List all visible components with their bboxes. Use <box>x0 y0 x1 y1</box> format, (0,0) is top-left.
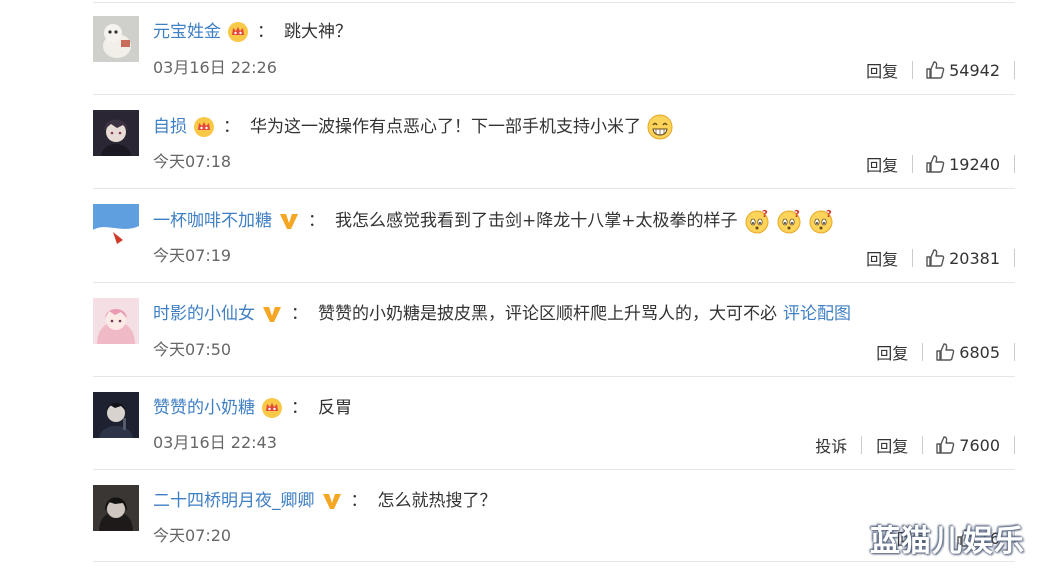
comment-text: 我怎么感觉我看到了击剑+降龙十八掌+太极拳的样子 <box>335 211 738 231</box>
comment-time: 03月16日 22:26 <box>153 58 277 77</box>
top-divider <box>93 2 1015 3</box>
like-count: 6805 <box>959 342 1000 362</box>
svg-text:?: ? <box>762 209 768 220</box>
divider <box>1014 343 1015 361</box>
comment-time: 今天07:20 <box>153 526 232 545</box>
thumbs-up-icon <box>936 343 955 361</box>
like-button[interactable]: 6805 <box>923 342 1000 362</box>
username-link[interactable]: 时影的小仙女 <box>153 302 255 326</box>
colon-separator: ： <box>308 211 325 231</box>
comment-text: 华为这一波操作有点恶心了！下一部手机支持小米了 <box>250 117 641 137</box>
comment-actions: 投诉 回复 7600 <box>801 433 1015 457</box>
avatar[interactable] <box>93 204 139 250</box>
comment-line: 一杯咖啡不加糖 ： 我怎么感觉我看到了击剑+降龙十八掌+太极拳的样子 ? ? ? <box>153 208 834 234</box>
reply-button[interactable]: 回复 <box>852 58 912 82</box>
v-verified-icon[interactable] <box>321 490 343 512</box>
comment-divider <box>93 561 1015 562</box>
crown-icon[interactable] <box>193 116 215 138</box>
v-verified-icon[interactable] <box>261 303 283 325</box>
like-button[interactable]: 7600 <box>923 435 1000 455</box>
like-count: 54942 <box>949 60 1000 80</box>
avatar[interactable] <box>93 392 139 438</box>
comment-text: 怎么就热搜了？ <box>377 491 497 511</box>
reply-button[interactable]: 回复 <box>862 340 922 364</box>
comment-divider <box>93 188 1015 189</box>
colon-separator: ： <box>291 304 308 324</box>
like-count: 20381 <box>949 248 1000 268</box>
comment-actions: 回复 19240 <box>852 152 1015 176</box>
question-face-emoji-icon: ? <box>776 208 802 234</box>
comment-divider <box>93 376 1015 377</box>
divider <box>1014 436 1015 454</box>
thumbs-up-icon <box>936 436 955 454</box>
comment-line: 二十四桥明月夜_卿卿 ： 怎么就热搜了？ <box>153 489 497 513</box>
avatar[interactable] <box>93 298 139 344</box>
colon-separator: ： <box>350 491 368 511</box>
comment-line: 赞赞的小奶糖 ： 反胃 <box>153 396 352 420</box>
username-link[interactable]: 二十四桥明月夜_卿卿 <box>153 489 315 513</box>
comment-time: 今天07:18 <box>153 152 232 171</box>
comment-actions: 回复 20381 <box>852 246 1015 270</box>
watermark: 蓝猫儿娱乐 <box>870 524 1025 559</box>
divider <box>1014 155 1015 173</box>
colon-separator: ： <box>223 117 240 137</box>
username-link[interactable]: 自损 <box>153 115 187 139</box>
reply-button[interactable]: 回复 <box>852 152 912 176</box>
avatar[interactable] <box>93 110 139 156</box>
colon-separator: ： <box>257 22 274 42</box>
grin-emoji-icon <box>647 114 673 140</box>
comment-divider <box>93 469 1015 470</box>
divider <box>1014 249 1015 267</box>
comment-text: 反胃 <box>318 398 352 418</box>
comment-line: 自损 ： 华为这一波操作有点恶心了！下一部手机支持小米了 <box>153 114 673 140</box>
username-link[interactable]: 赞赞的小奶糖 <box>153 396 255 420</box>
question-face-emoji-icon: ? <box>744 208 770 234</box>
comment-line: 元宝姓金 ： 跳大神？ <box>153 20 352 44</box>
comment-text: 赞赞的小奶糖是披皮黑，评论区顺杆爬上升骂人的，大可不必 <box>318 304 777 324</box>
comment-time: 03月16日 22:43 <box>153 433 277 452</box>
crown-icon[interactable] <box>261 397 283 419</box>
comment-actions: 回复 54942 <box>852 58 1015 82</box>
reply-button[interactable]: 回复 <box>852 246 912 270</box>
comment-time: 今天07:50 <box>153 340 232 359</box>
comment-time: 今天07:19 <box>153 246 232 265</box>
thumbs-up-icon <box>926 155 945 173</box>
comment-divider <box>93 282 1015 283</box>
v-verified-icon[interactable] <box>278 210 300 232</box>
comment-divider <box>93 94 1015 95</box>
reply-button[interactable]: 回复 <box>862 433 922 457</box>
comment-actions: 回复 6805 <box>862 340 1015 364</box>
thumbs-up-icon <box>926 61 945 79</box>
comment-image-link[interactable]: 评论配图 <box>783 302 851 326</box>
thumbs-up-icon <box>926 249 945 267</box>
colon-separator: ： <box>291 398 308 418</box>
report-button[interactable]: 投诉 <box>801 433 861 457</box>
username-link[interactable]: 元宝姓金 <box>153 20 221 44</box>
username-link[interactable]: 一杯咖啡不加糖 <box>153 209 272 233</box>
like-count: 19240 <box>949 154 1000 174</box>
svg-text:?: ? <box>826 209 832 220</box>
svg-text:?: ? <box>794 209 800 220</box>
question-face-emoji-icon: ? <box>808 208 834 234</box>
like-button[interactable]: 20381 <box>913 248 1000 268</box>
avatar[interactable] <box>93 485 139 531</box>
avatar[interactable] <box>93 16 139 62</box>
comment-text: 跳大神？ <box>284 22 352 42</box>
crown-icon[interactable] <box>227 21 249 43</box>
like-button[interactable]: 54942 <box>913 60 1000 80</box>
like-button[interactable]: 19240 <box>913 154 1000 174</box>
divider <box>1014 61 1015 79</box>
like-count: 7600 <box>959 435 1000 455</box>
comment-line: 时影的小仙女 ： 赞赞的小奶糖是披皮黑，评论区顺杆爬上升骂人的，大可不必 评论配… <box>153 302 851 326</box>
